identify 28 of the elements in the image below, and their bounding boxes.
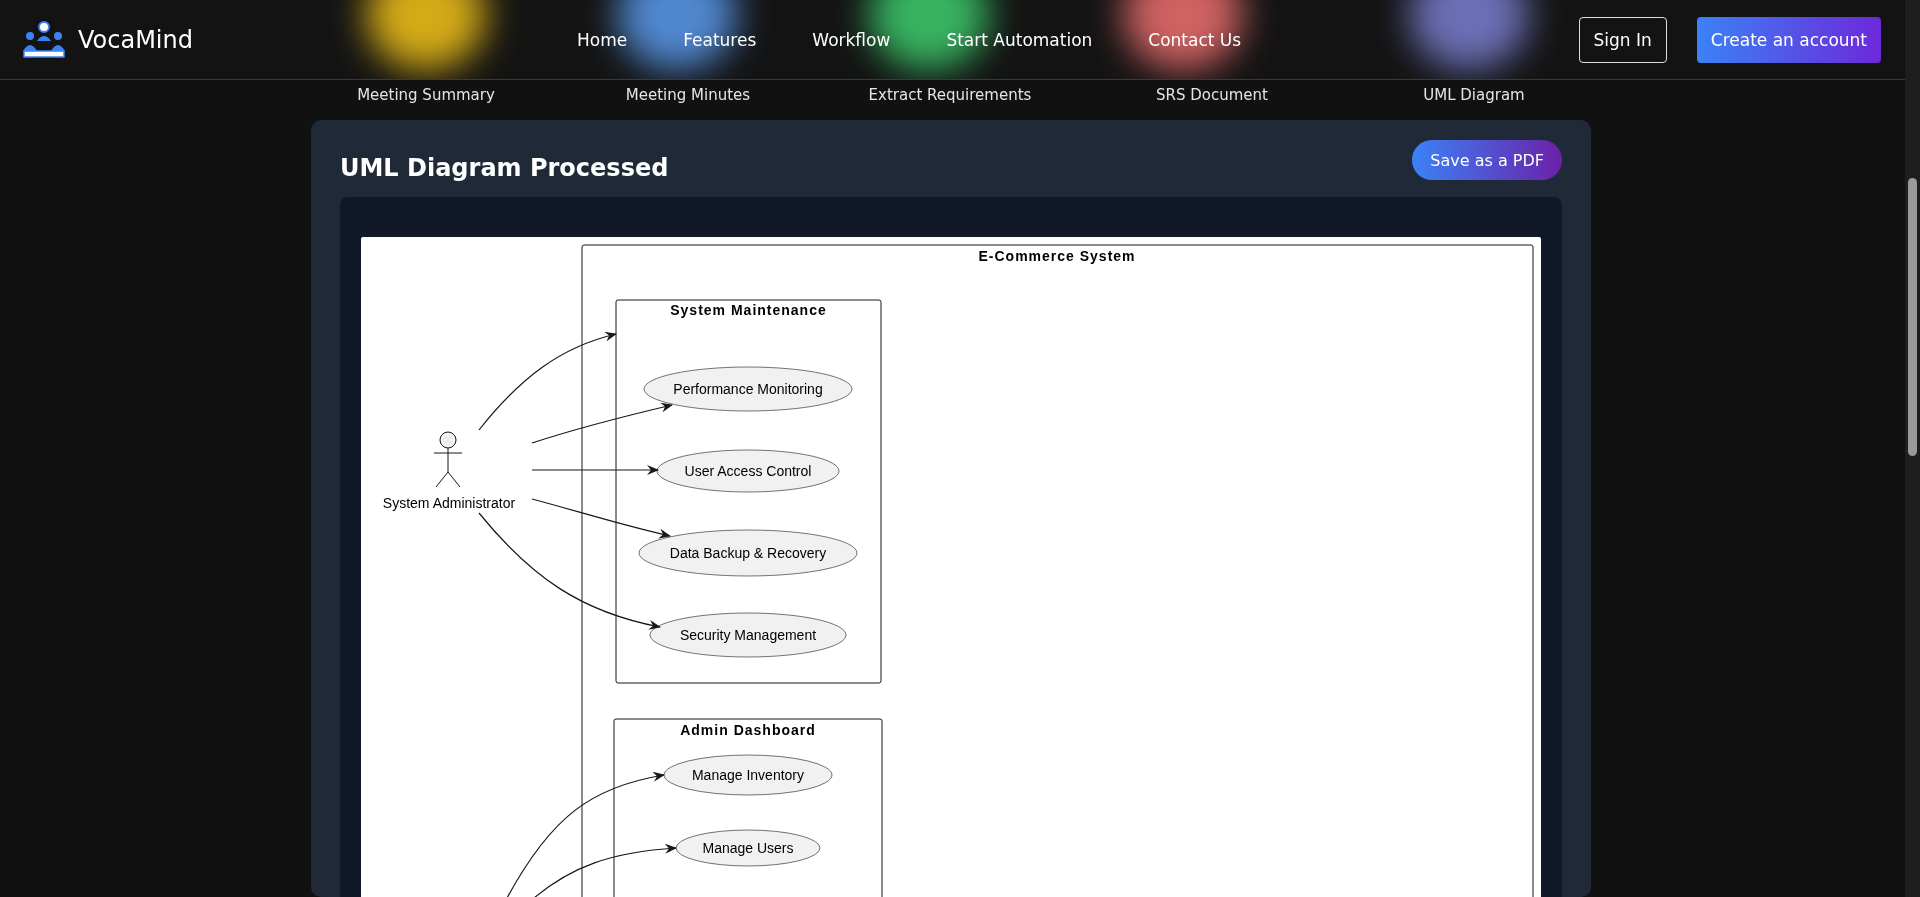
sign-in-button[interactable]: Sign In bbox=[1578, 16, 1667, 63]
package-title: Admin Dashboard bbox=[680, 722, 816, 738]
use-case: Manage Inventory bbox=[663, 754, 833, 796]
brand-name[interactable]: VocaMind bbox=[78, 25, 193, 54]
step-label: UML Diagram bbox=[1422, 86, 1526, 104]
step-label: Extract Requirements bbox=[867, 86, 1033, 104]
system-title: E-Commerce System bbox=[978, 248, 1136, 264]
create-account-button[interactable]: Create an account bbox=[1696, 16, 1881, 63]
actor-figure bbox=[433, 431, 463, 488]
nav-link[interactable]: Features bbox=[683, 29, 757, 50]
nav-link[interactable]: Start Automation bbox=[946, 29, 1093, 50]
step-label: Meeting Minutes bbox=[624, 86, 752, 104]
use-case: Security Management bbox=[649, 612, 847, 658]
actor-label: System Administrator bbox=[382, 495, 516, 511]
logo-icon bbox=[22, 20, 66, 59]
save-pdf-button[interactable]: Save as a PDF bbox=[1412, 140, 1562, 180]
nav-link[interactable]: Home bbox=[577, 29, 628, 50]
nav-link[interactable]: Workflow bbox=[812, 29, 891, 50]
step-label: SRS Document bbox=[1155, 86, 1269, 104]
nav-link[interactable]: Contact Us bbox=[1148, 29, 1242, 50]
package-title: System Maintenance bbox=[670, 302, 827, 318]
use-case: User Access Control bbox=[656, 449, 840, 493]
scrollbar[interactable] bbox=[1905, 0, 1920, 897]
use-case: Data Backup & Recovery bbox=[638, 529, 858, 577]
use-case: Manage Users bbox=[675, 829, 821, 867]
step-label: Meeting Summary bbox=[356, 86, 496, 104]
use-case: Performance Monitoring bbox=[643, 366, 853, 412]
card-title: UML Diagram Processed bbox=[340, 154, 669, 182]
